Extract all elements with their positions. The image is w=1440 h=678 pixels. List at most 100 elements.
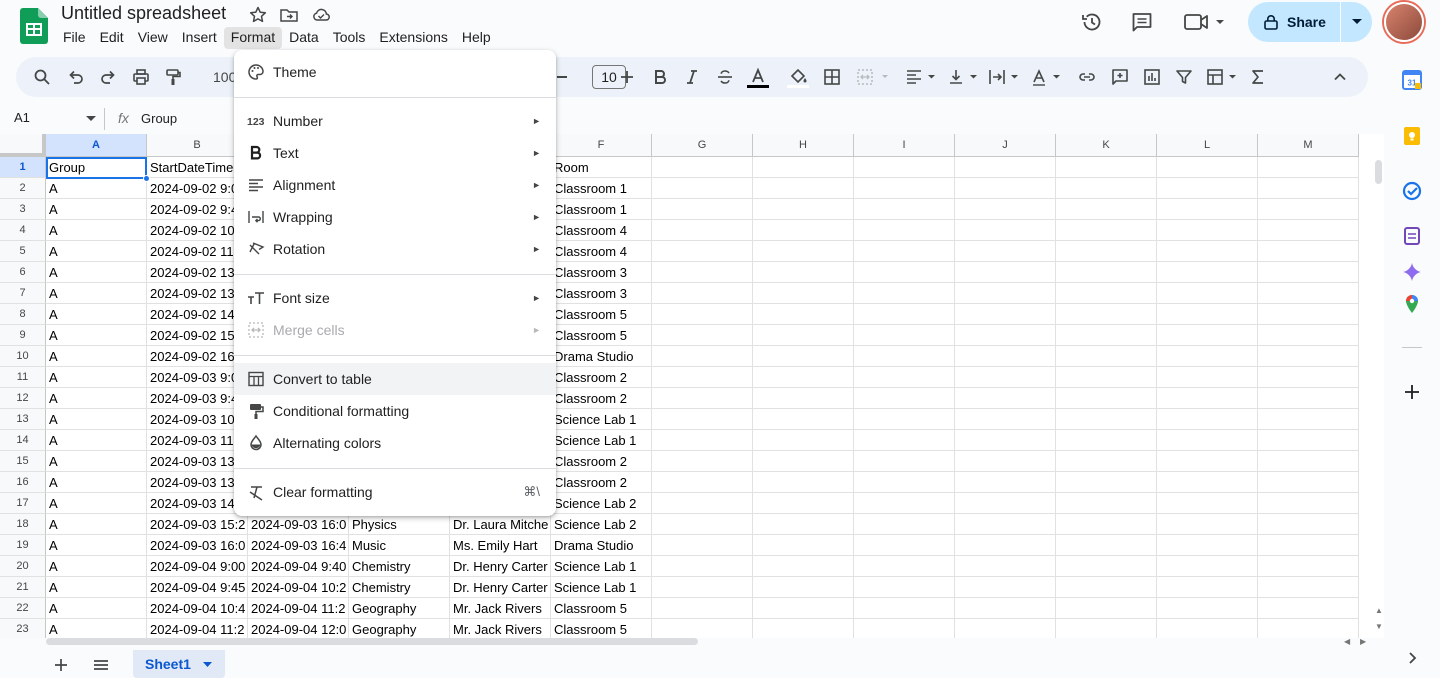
cell[interactable]	[652, 157, 753, 178]
cell[interactable]	[1157, 346, 1258, 367]
cell[interactable]: 2024-09-02 15	[147, 325, 248, 346]
cell[interactable]: Science Lab 2	[551, 493, 652, 514]
keep-icon[interactable]	[1402, 126, 1422, 146]
cell[interactable]	[854, 157, 955, 178]
column-header-b[interactable]: B	[147, 134, 248, 157]
cell[interactable]	[652, 304, 753, 325]
cell[interactable]: 2024-09-02 11	[147, 241, 248, 262]
row-header[interactable]: 22	[0, 598, 46, 619]
menu-item-theme[interactable]: Theme	[234, 56, 556, 88]
cell[interactable]	[1258, 367, 1359, 388]
cell[interactable]: Geography	[349, 598, 450, 619]
cell[interactable]	[854, 493, 955, 514]
cell[interactable]	[1157, 241, 1258, 262]
cell[interactable]	[854, 304, 955, 325]
cell[interactable]: 2024-09-04 10:2	[248, 577, 349, 598]
forms-icon[interactable]	[1402, 226, 1422, 246]
cell[interactable]	[955, 220, 1056, 241]
cell[interactable]: A	[46, 598, 147, 619]
search-menus-icon[interactable]	[32, 67, 52, 87]
menu-format[interactable]: Format	[223, 27, 283, 49]
row-header[interactable]: 4	[0, 220, 46, 241]
cell[interactable]: 2024-09-04 9:45	[147, 577, 248, 598]
insert-comment-icon[interactable]	[1110, 67, 1130, 87]
cell[interactable]	[955, 493, 1056, 514]
menu-item-conditional-formatting[interactable]: Conditional formatting	[234, 395, 556, 427]
menu-help[interactable]: Help	[455, 27, 498, 49]
cell[interactable]: A	[46, 199, 147, 220]
cell[interactable]	[955, 325, 1056, 346]
row-header[interactable]: 12	[0, 388, 46, 409]
menu-edit[interactable]: Edit	[93, 27, 131, 49]
cell[interactable]	[753, 262, 854, 283]
cell[interactable]: 2024-09-02 9:4	[147, 199, 248, 220]
cell[interactable]	[854, 472, 955, 493]
cell[interactable]	[955, 178, 1056, 199]
row-header[interactable]: 18	[0, 514, 46, 535]
cell[interactable]	[1056, 241, 1157, 262]
cell[interactable]	[652, 367, 753, 388]
paint-format-icon[interactable]	[163, 67, 183, 87]
calendar-icon[interactable]: 31	[1402, 70, 1422, 90]
menu-view[interactable]: View	[131, 27, 175, 49]
cell[interactable]: Classroom 5	[551, 598, 652, 619]
cell[interactable]	[652, 388, 753, 409]
all-sheets-icon[interactable]	[92, 656, 110, 674]
cell[interactable]	[955, 535, 1056, 556]
document-title[interactable]: Untitled spreadsheet	[61, 3, 226, 24]
cell[interactable]: 2024-09-03 15:2	[147, 514, 248, 535]
cell[interactable]	[652, 619, 753, 638]
filter-views-icon[interactable]	[1205, 67, 1239, 87]
cell[interactable]	[1258, 178, 1359, 199]
cell[interactable]	[955, 262, 1056, 283]
cell[interactable]	[652, 556, 753, 577]
cell[interactable]	[854, 535, 955, 556]
cell[interactable]: Geography	[349, 619, 450, 638]
cell[interactable]	[1056, 472, 1157, 493]
cell[interactable]	[1056, 199, 1157, 220]
cell[interactable]	[652, 451, 753, 472]
cell[interactable]	[652, 514, 753, 535]
cell[interactable]	[955, 598, 1056, 619]
vertical-scrollbar-thumb[interactable]	[1375, 160, 1382, 184]
cell[interactable]: A	[46, 262, 147, 283]
cell[interactable]	[1056, 556, 1157, 577]
row-header[interactable]: 15	[0, 451, 46, 472]
cell[interactable]: Ms. Emily Hart	[450, 535, 551, 556]
cell[interactable]: A	[46, 409, 147, 430]
cell[interactable]	[652, 262, 753, 283]
cell[interactable]	[652, 199, 753, 220]
add-addon-icon[interactable]	[1402, 382, 1422, 402]
share-button[interactable]: Share	[1248, 2, 1340, 42]
row-header[interactable]: 6	[0, 262, 46, 283]
cell[interactable]	[1258, 220, 1359, 241]
cell[interactable]: 2024-09-04 10:4	[147, 598, 248, 619]
scroll-down-icon[interactable]: ▼	[1374, 622, 1384, 632]
menu-file[interactable]: File	[56, 27, 93, 49]
strikethrough-icon[interactable]	[715, 67, 735, 87]
cell[interactable]	[1258, 493, 1359, 514]
cell[interactable]: 2024-09-04 12:0	[248, 619, 349, 638]
cell[interactable]	[854, 430, 955, 451]
cell[interactable]: A	[46, 535, 147, 556]
cell[interactable]	[1056, 346, 1157, 367]
menu-tools[interactable]: Tools	[326, 27, 373, 49]
cell[interactable]	[854, 388, 955, 409]
row-header[interactable]: 16	[0, 472, 46, 493]
cell[interactable]	[1056, 619, 1157, 638]
cell[interactable]	[1157, 304, 1258, 325]
cell[interactable]: 2024-09-03 13	[147, 472, 248, 493]
cell[interactable]	[955, 577, 1056, 598]
cell[interactable]	[1056, 388, 1157, 409]
cell[interactable]	[753, 409, 854, 430]
cell[interactable]: A	[46, 514, 147, 535]
cell[interactable]	[1258, 598, 1359, 619]
menu-item-clear-formatting[interactable]: Clear formatting ⌘\	[234, 476, 556, 508]
maps-icon[interactable]	[1402, 294, 1422, 314]
cell[interactable]	[854, 220, 955, 241]
cell[interactable]: 2024-09-03 16:4	[248, 535, 349, 556]
cell[interactable]	[1258, 577, 1359, 598]
column-header-f[interactable]: F	[551, 134, 652, 157]
cell[interactable]: A	[46, 556, 147, 577]
cell[interactable]	[753, 241, 854, 262]
